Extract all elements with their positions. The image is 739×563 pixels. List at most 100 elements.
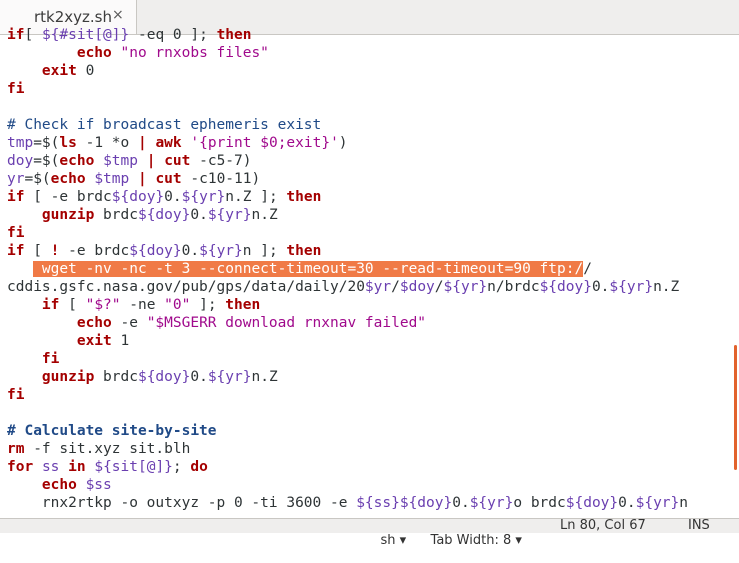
code-line: fi [7,386,24,404]
code-token: then [216,27,252,43]
code-token: 1 [111,333,130,349]
code-token: ${doy} [565,495,619,511]
code-token: awk [155,135,182,151]
code-token: brdc [94,207,138,223]
code-token: 0. [591,279,610,295]
code-token: [ -e brdc [24,189,112,205]
code-token: then [225,297,261,313]
code-token: ${yr} [207,369,252,385]
scrollbar-thumb[interactable] [734,345,737,470]
code-line: exit 1 [7,332,129,350]
code-token: ${yr} [635,495,680,511]
code-token: ${yr} [181,189,226,205]
code-token: cut [155,171,182,187]
close-icon[interactable]: × [112,7,124,23]
code-token: n.Z [251,207,278,223]
code-token: $ss [85,477,112,493]
code-line: # Check if broadcast ephemeris exist [7,116,321,134]
code-line: wget -nv -nc -t 3 --connect-timeout=30 -… [7,260,592,278]
code-line: fi [7,80,24,98]
code-token: wget -nv -nc -t 3 --connect-timeout=30 -… [33,261,584,277]
code-token: ${yr} [609,279,654,295]
code-token: n.Z [251,369,278,385]
code-token: gunzip [41,369,95,385]
code-token: 0. [190,207,208,223]
code-token: gunzip [41,207,95,223]
code-token: brdc [94,369,138,385]
insert-mode[interactable]: INS [688,518,710,533]
code-token: o brdc [513,495,566,511]
code-token: | [137,171,147,187]
code-token: -e [111,315,147,331]
code-token: cddis.gsfc.nasa.gov/pub/gps/data/daily/2… [7,279,365,295]
code-line: echo $ss [7,476,112,494]
code-token: then [286,243,322,259]
code-token: 0 [76,63,95,79]
code-token: -c10-11) [181,171,261,187]
code-token: =$( [33,135,60,151]
code-token: $doy [399,279,435,295]
code-token: =$( [33,153,60,169]
code-token: fi [7,387,25,403]
status-bar: sh ▾ Tab Width: 8 ▾ Ln 80, Col 67 INS [0,518,739,548]
code-line: echo -e "$MSGERR download rnxnav failed" [7,314,426,332]
code-token: -f sit.xyz sit.blh [24,441,191,457]
code-token: "$?" [85,297,121,313]
code-editor[interactable]: if[ ${#sit[@]} -eq 0 ]; then echo "no rn… [0,26,739,518]
code-line: if [ -e brdc${doy}0.${yr}n.Z ]; then [7,188,321,206]
code-token: ) [338,135,348,151]
tab-width-selector[interactable]: Tab Width: 8 ▾ [414,518,522,563]
code-token: ${doy} [111,189,165,205]
code-token: in [68,459,86,475]
code-token: n.Z ]; [225,189,287,205]
code-token: exit [76,333,112,349]
code-token: $yr [364,279,392,295]
language-label: sh [380,533,396,548]
code-token: / [391,279,400,295]
code-line: rnx2rtkp -o outxyz -p 0 -ti 3600 -e ${ss… [7,494,688,512]
code-line: fi [7,224,24,242]
cursor-position: Ln 80, Col 67 [560,518,646,533]
code-token: echo [50,171,86,187]
code-token: 0. [618,495,636,511]
tab-width-label: Tab Width: 8 [430,533,512,548]
code-token: yr [7,171,25,187]
code-token: do [190,459,208,475]
code-token: '{print $0;exit}' [190,135,339,151]
code-token: n/brdc [487,279,540,295]
code-token: if [7,189,25,205]
code-token: ${yr} [443,279,488,295]
code-line: if[ ${#sit[@]} -eq 0 ]; then [7,26,251,44]
code-token: n ]; [242,243,287,259]
code-line: fi [7,350,59,368]
code-token: ${yr} [469,495,514,511]
code-token: echo [41,477,77,493]
code-token: 0. [164,189,182,205]
code-token: -1 *o [76,135,138,151]
code-line: yr=$(echo $tmp | cut -c10-11) [7,170,260,188]
code-token: / [583,261,592,277]
code-token: for [7,459,34,475]
language-selector[interactable]: sh ▾ [364,518,407,563]
tab-title: rtk2xyz.sh [34,8,112,26]
code-token: -c5-7) [190,153,252,169]
code-token: ; [172,459,191,475]
code-token: fi [7,225,25,241]
code-token: / [434,279,444,295]
code-token: 0. [190,369,208,385]
code-line: gunzip brdc${doy}0.${yr}n.Z [7,368,278,386]
code-token: n [679,495,688,511]
code-token: # Check if broadcast ephemeris exist [7,117,322,133]
code-token: ${doy} [137,369,191,385]
code-token: 0. [181,243,200,259]
